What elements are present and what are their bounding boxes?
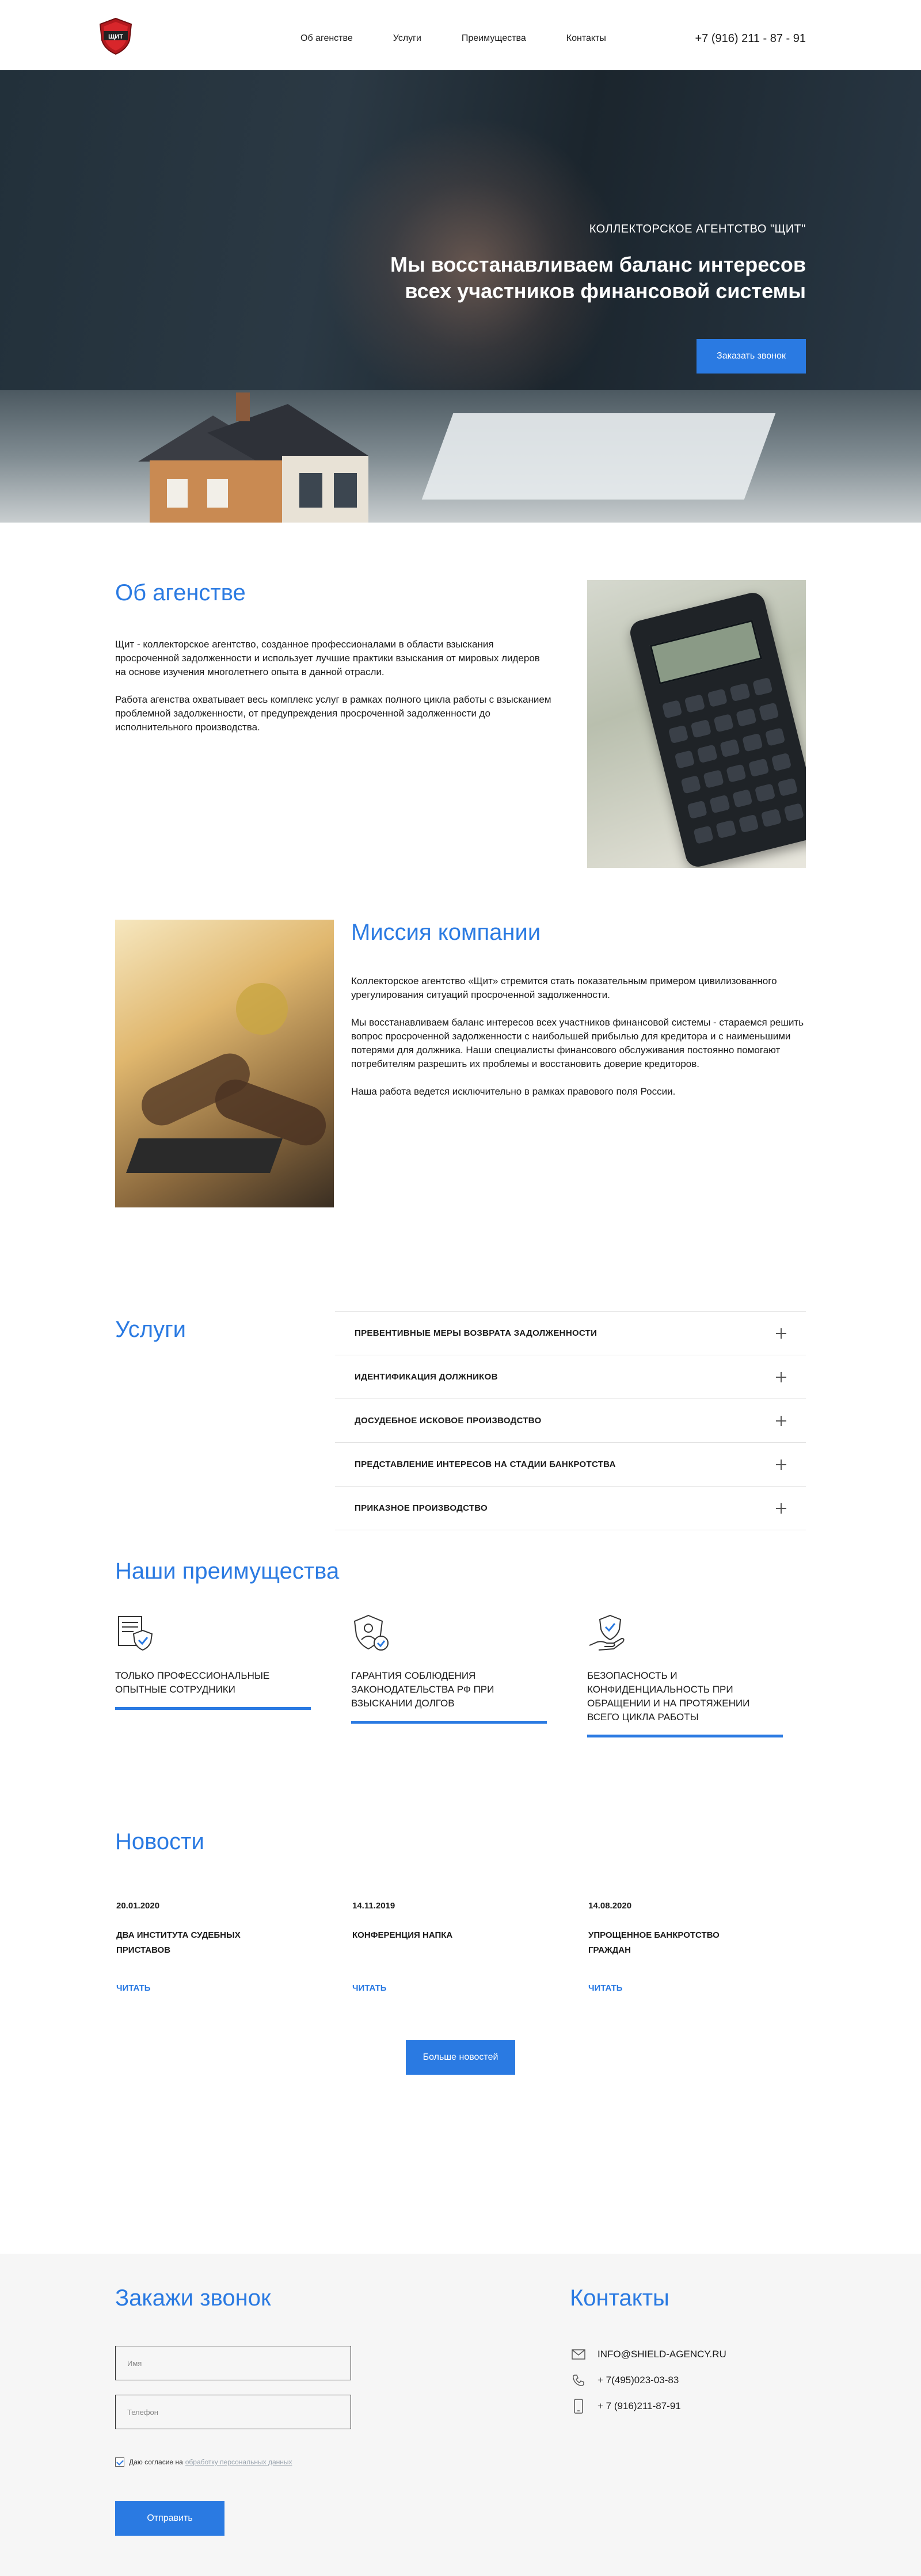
service-label: ПРИКАЗНОЕ ПРОИЗВОДСТВО <box>355 1503 488 1513</box>
nav-about[interactable]: Об агенстве <box>300 33 353 44</box>
service-label: ИДЕНТИФИКАЦИЯ ДОЛЖНИКОВ <box>355 1372 498 1382</box>
email-value[interactable]: INFO@SHIELD-AGENCY.RU <box>597 2349 726 2360</box>
advantage-label: ТОЛЬКО ПРОФЕССИОНАЛЬНЫЕ ОПЫТНЫЕ СОТРУДНИ… <box>115 1670 270 1695</box>
about-paragraph: Работа агенства охватывает весь комплекс… <box>115 694 551 733</box>
service-label: ПРЕВЕНТИВНЫЕ МЕРЫ ВОЗВРАТА ЗАДОЛЖЕННОСТИ <box>355 1328 597 1338</box>
order-call-button[interactable]: Заказать звонок <box>697 339 806 374</box>
hand-shield-icon <box>589 1614 625 1651</box>
house-model-image <box>138 393 368 523</box>
more-news-button[interactable]: Больше новостей <box>406 2040 515 2075</box>
service-label: ДОСУДЕБНОЕ ИСКОВОЕ ПРОИЗВОДСТВО <box>355 1416 542 1426</box>
hero-banner: КОЛЛЕКТОРСКОЕ АГЕНТСТВО "ЩИТ" Мы восстан… <box>0 70 921 523</box>
nav-services[interactable]: Услуги <box>393 33 421 44</box>
contacts-title: Контакты <box>570 2285 669 2311</box>
hero-subtitle: КОЛЛЕКТОРСКОЕ АГЕНТСТВО "ЩИТ" <box>589 223 806 235</box>
service-item[interactable]: ПРЕВЕНТИВНЫЕ МЕРЫ ВОЗВРАТА ЗАДОЛЖЕННОСТИ <box>335 1312 806 1355</box>
advantages-section: Наши преимущества ТОЛЬКО ПРОФЕССИОНАЛЬНЫ… <box>0 1558 921 1829</box>
advantage-item: ГАРАНТИЯ СОБЛЮДЕНИЯ ЗАКОНОДАТЕЛЬСТВА РФ … <box>351 1613 547 1724</box>
news-item: 14.11.2019 КОНФЕРЕНЦИЯ НАПКА ЧИТАТЬ <box>352 1901 525 1993</box>
advantage-item: БЕЗОПАСНОСТЬ И КОНФИДЕНЦИАЛЬНОСТЬ ПРИ ОБ… <box>587 1613 783 1737</box>
news-headline[interactable]: КОНФЕРЕНЦИЯ НАПКА <box>352 1928 525 1968</box>
plus-icon[interactable] <box>776 1503 786 1514</box>
services-title: Услуги <box>115 1317 187 1342</box>
advantage-underline <box>351 1721 547 1724</box>
consent-link[interactable]: обработку персональных данных <box>185 2458 292 2466</box>
service-item[interactable]: ПРЕДСТАВЛЕНИЕ ИНТЕРЕСОВ НА СТАДИИ БАНКРО… <box>335 1443 806 1487</box>
services-accordion: ПРЕВЕНТИВНЫЕ МЕРЫ ВОЗВРАТА ЗАДОЛЖЕННОСТИ… <box>335 1311 806 1530</box>
about-text: Щит - коллекторское агентство, созданное… <box>115 638 553 748</box>
news-date: 20.01.2020 <box>116 1901 160 1911</box>
consent-row: Даю согласие на обработку персональных д… <box>115 2457 292 2467</box>
service-item[interactable]: ДОСУДЕБНОЕ ИСКОВОЕ ПРОИЗВОДСТВО <box>335 1399 806 1443</box>
phone-field[interactable] <box>115 2395 351 2429</box>
read-link[interactable]: ЧИТАТЬ <box>588 1983 761 1993</box>
mission-text: Коллекторское агентство «Щит» стремится … <box>351 974 806 1112</box>
calculator-image <box>587 580 806 868</box>
advantage-label: БЕЗОПАСНОСТЬ И КОНФИДЕНЦИАЛЬНОСТЬ ПРИ ОБ… <box>587 1670 750 1723</box>
hero-title: Мы восстанавливаем баланс интересов всех… <box>390 253 806 303</box>
phone-icon <box>570 2372 587 2389</box>
advantage-underline <box>587 1735 783 1737</box>
shield-logo[interactable]: ЩИТ <box>98 17 134 55</box>
about-paragraph: Щит - коллекторское агентство, созданное… <box>115 639 540 677</box>
plus-icon[interactable] <box>776 1415 786 1426</box>
advantage-item: ТОЛЬКО ПРОФЕССИОНАЛЬНЫЕ ОПЫТНЫЕ СОТРУДНИ… <box>115 1613 311 1710</box>
footer-section: Закажи звонок Даю согласие на обработку … <box>0 2254 921 2576</box>
mobile-icon <box>570 2398 587 2415</box>
contact-mobile: + 7 (916)211-87-91 <box>570 2398 681 2415</box>
service-item[interactable]: ПРИКАЗНОЕ ПРОИЗВОДСТВО <box>335 1487 806 1530</box>
news-date: 14.08.2020 <box>588 1901 632 1911</box>
nav-advantages[interactable]: Преимущества <box>462 33 526 44</box>
read-link[interactable]: ЧИТАТЬ <box>352 1983 525 1993</box>
calculator-icon <box>627 590 806 868</box>
news-section: Новости 20.01.2020 ДВА ИНСТИТУТА СУДЕБНЫ… <box>0 1829 921 2175</box>
advantage-underline <box>115 1707 311 1710</box>
news-title: Новости <box>115 1829 204 1854</box>
about-section: Об агенстве Щит - коллекторское агентств… <box>0 523 921 920</box>
news-item: 14.08.2020 УПРОЩЕННОЕ БАНКРОТСТВО ГРАЖДА… <box>588 1901 761 1993</box>
mission-section: Миссия компании Коллекторское агентство … <box>0 920 921 1317</box>
mail-icon <box>570 2346 587 2363</box>
about-title: Об агенстве <box>115 580 246 605</box>
service-label: ПРЕДСТАВЛЕНИЕ ИНТЕРЕСОВ НА СТАДИИ БАНКРО… <box>355 1460 616 1469</box>
certificate-icon <box>118 1616 153 1651</box>
services-section: Услуги ПРЕВЕНТИВНЫЕ МЕРЫ ВОЗВРАТА ЗАДОЛЖ… <box>0 1311 921 1558</box>
news-date: 14.11.2019 <box>352 1901 395 1911</box>
advantage-label: ГАРАНТИЯ СОБЛЮДЕНИЯ ЗАКОНОДАТЕЛЬСТВА РФ … <box>351 1670 494 1709</box>
news-headline[interactable]: ДВА ИНСТИТУТА СУДЕБНЫХ ПРИСТАВОВ <box>116 1928 289 1968</box>
consent-checkbox[interactable] <box>115 2457 124 2467</box>
mobile-value[interactable]: + 7 (916)211-87-91 <box>597 2400 681 2412</box>
site-header: ЩИТ Об агенстве Услуги Преимущества Конт… <box>0 0 921 70</box>
plus-icon[interactable] <box>776 1328 786 1339</box>
law-shield-icon <box>353 1614 389 1651</box>
svg-text:ЩИТ: ЩИТ <box>108 33 123 40</box>
news-headline[interactable]: УПРОЩЕННОЕ БАНКРОТСТВО ГРАЖДАН <box>588 1928 761 1968</box>
mission-paragraph: Наша работа ведется исключительно в рамк… <box>351 1086 676 1097</box>
service-item[interactable]: ИДЕНТИФИКАЦИЯ ДОЛЖНИКОВ <box>335 1355 806 1399</box>
phone-value[interactable]: + 7(495)023-03-83 <box>597 2375 679 2386</box>
main-nav: Об агенстве Услуги Преимущества Контакты <box>300 33 646 44</box>
signing-documents-image <box>115 920 334 1207</box>
contact-phone: + 7(495)023-03-83 <box>570 2372 679 2389</box>
consent-text: Даю согласие на <box>129 2458 183 2466</box>
callback-title: Закажи звонок <box>115 2285 271 2311</box>
advantages-title: Наши преимущества <box>115 1558 340 1584</box>
mission-title: Миссия компании <box>351 920 541 945</box>
submit-button[interactable]: Отправить <box>115 2501 224 2536</box>
mission-paragraph: Мы восстанавливаем баланс интересов всех… <box>351 1017 804 1069</box>
plus-icon[interactable] <box>776 1459 786 1470</box>
name-field[interactable] <box>115 2346 351 2380</box>
header-phone[interactable]: +7 (916) 211 - 87 - 91 <box>695 32 806 45</box>
plus-icon[interactable] <box>776 1371 786 1382</box>
news-item: 20.01.2020 ДВА ИНСТИТУТА СУДЕБНЫХ ПРИСТА… <box>116 1901 289 1993</box>
mission-paragraph: Коллекторское агентство «Щит» стремится … <box>351 975 777 1000</box>
contact-email: INFO@SHIELD-AGENCY.RU <box>570 2346 726 2363</box>
read-link[interactable]: ЧИТАТЬ <box>116 1983 289 1993</box>
nav-contacts[interactable]: Контакты <box>566 33 606 44</box>
documents-image <box>421 413 776 500</box>
